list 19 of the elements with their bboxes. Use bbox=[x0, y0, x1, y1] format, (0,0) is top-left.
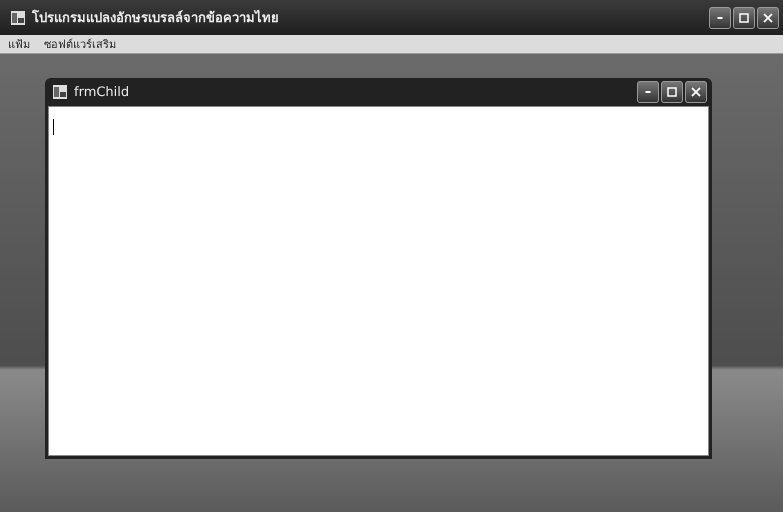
text-cursor bbox=[53, 119, 54, 135]
close-icon bbox=[691, 87, 701, 97]
maximize-icon bbox=[667, 87, 677, 97]
close-icon bbox=[763, 12, 773, 22]
minimize-icon bbox=[645, 91, 651, 93]
close-button[interactable] bbox=[757, 6, 779, 28]
window-icon bbox=[10, 10, 26, 26]
maximize-button[interactable] bbox=[661, 81, 683, 103]
menu-item[interactable]: ซอฟต์แวร์เสริม bbox=[44, 35, 116, 53]
child-window-title: frmChild bbox=[74, 84, 130, 100]
window-title: โปรแกรมแปลงอักษรเบรลล์จากข้อความไทย bbox=[32, 8, 279, 28]
maximize-button[interactable] bbox=[733, 6, 755, 28]
minimize-icon bbox=[717, 16, 723, 18]
close-button[interactable] bbox=[685, 81, 707, 103]
minimize-button[interactable] bbox=[637, 81, 659, 103]
maximize-icon bbox=[739, 12, 749, 22]
menu-item[interactable]: แฟ้ม bbox=[8, 35, 30, 53]
minimize-button[interactable] bbox=[709, 6, 731, 28]
window-icon bbox=[52, 84, 68, 100]
